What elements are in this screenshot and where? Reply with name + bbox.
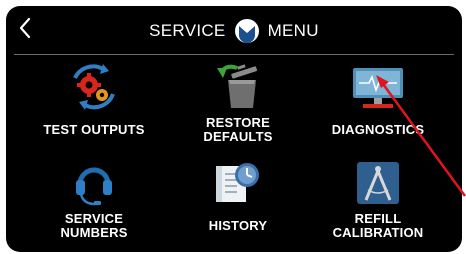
tile-label-line1: SERVICE bbox=[64, 211, 124, 226]
menu-grid: TEST OUTPUTS RESTORE DEFAULTS DIAGNOSTIC… bbox=[6, 56, 462, 252]
tile-label-line2: DEFAULTS bbox=[203, 129, 273, 144]
tile-test-outputs[interactable]: TEST OUTPUTS bbox=[19, 60, 169, 156]
title-left: SERVICE bbox=[149, 21, 226, 40]
trash-restore-icon bbox=[217, 64, 258, 108]
tile-diagnostics[interactable]: DIAGNOSTICS bbox=[303, 60, 453, 156]
gears-refresh-icon bbox=[73, 64, 115, 110]
headset-icon bbox=[76, 167, 112, 206]
header-divider bbox=[14, 54, 454, 55]
tile-label-line1: REFILL bbox=[354, 211, 402, 226]
tile-refill-calibration[interactable]: REFILL CALIBRATION bbox=[303, 156, 453, 252]
service-menu-screen: SERVICE MENU TEST OUTPUTS RESTORE DEFAUL… bbox=[6, 6, 462, 252]
tile-service-numbers[interactable]: SERVICE NUMBERS bbox=[19, 156, 169, 252]
tile-label: HISTORY bbox=[208, 218, 268, 233]
tile-restore-defaults[interactable]: RESTORE DEFAULTS bbox=[163, 60, 313, 156]
monitor-pulse-icon bbox=[353, 68, 403, 108]
tile-history[interactable]: HISTORY bbox=[163, 156, 313, 252]
title-right: MENU bbox=[267, 21, 319, 40]
tile-label-line2: CALIBRATION bbox=[332, 225, 424, 240]
header: SERVICE MENU bbox=[6, 6, 462, 54]
brand-logo-icon bbox=[234, 19, 259, 43]
tile-label: TEST OUTPUTS bbox=[43, 122, 145, 137]
document-clock-icon bbox=[216, 163, 259, 202]
tile-label-line1: RESTORE bbox=[205, 115, 270, 130]
compass-icon bbox=[357, 162, 399, 204]
tile-label: DIAGNOSTICS bbox=[331, 122, 425, 137]
tile-label-line2: NUMBERS bbox=[60, 225, 128, 240]
page-title: SERVICE MENU bbox=[6, 16, 462, 46]
